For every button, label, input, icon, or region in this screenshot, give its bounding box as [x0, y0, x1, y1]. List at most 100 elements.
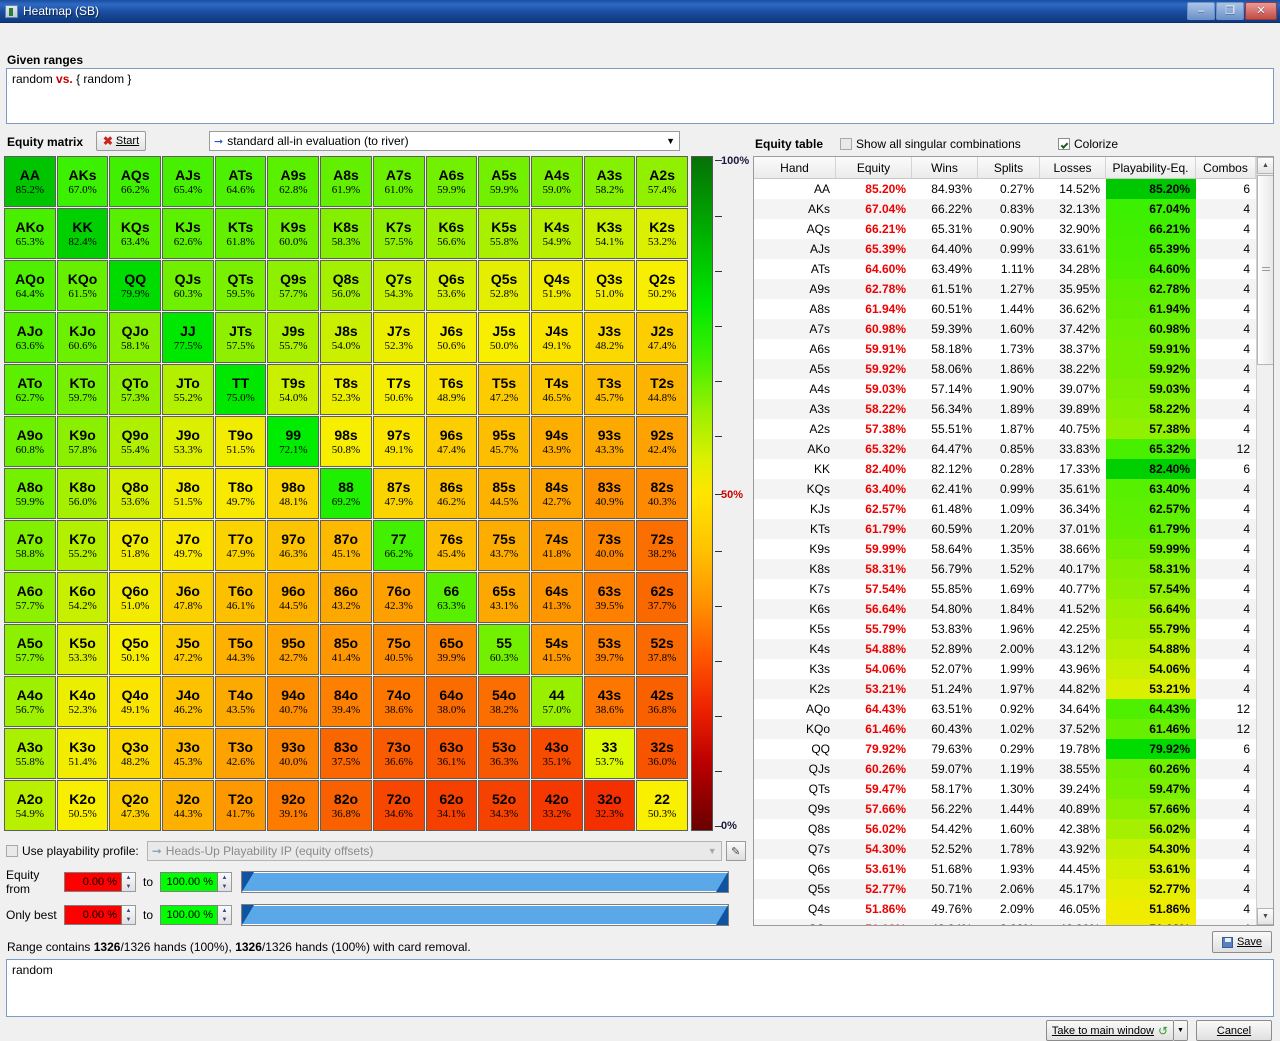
- table-row[interactable]: Q5s52.77%50.71%2.06%45.17%52.77%4: [754, 879, 1273, 899]
- matrix-cell[interactable]: T5s47.2%: [478, 364, 530, 415]
- matrix-cell[interactable]: JJ77.5%: [162, 312, 214, 363]
- equity-table-scrollbar[interactable]: ▲ ▼: [1256, 157, 1273, 925]
- spinner-down-icon[interactable]: ▼: [218, 915, 231, 924]
- equity-from-max-input[interactable]: 100.00 %: [160, 872, 218, 892]
- matrix-cell[interactable]: Q3o48.2%: [109, 728, 161, 779]
- spinner-down-icon[interactable]: ▼: [218, 882, 231, 891]
- edit-playability-button[interactable]: ✎: [726, 841, 746, 861]
- matrix-cell[interactable]: K3o51.4%: [57, 728, 109, 779]
- matrix-cell[interactable]: Q4o49.1%: [109, 676, 161, 727]
- equity-from-max-spinner[interactable]: ▲▼: [218, 872, 232, 892]
- matrix-cell[interactable]: JTo55.2%: [162, 364, 214, 415]
- matrix-cell[interactable]: K6o54.2%: [57, 572, 109, 623]
- matrix-cell[interactable]: ATo62.7%: [4, 364, 56, 415]
- table-row[interactable]: Q7s54.30%52.52%1.78%43.92%54.30%4: [754, 839, 1273, 859]
- matrix-cell[interactable]: AQs66.2%: [109, 156, 161, 207]
- matrix-cell[interactable]: Q3s51.0%: [584, 260, 636, 311]
- scroll-up-icon[interactable]: ▲: [1257, 157, 1274, 174]
- matrix-cell[interactable]: K4o52.3%: [57, 676, 109, 727]
- table-row[interactable]: KTs61.79%60.59%1.20%37.01%61.79%4: [754, 519, 1273, 539]
- matrix-cell[interactable]: 9972.1%: [267, 416, 319, 467]
- matrix-cell[interactable]: Q4s51.9%: [531, 260, 583, 311]
- matrix-cell[interactable]: 72s38.2%: [636, 520, 688, 571]
- table-row[interactable]: K5s55.79%53.83%1.96%42.25%55.79%4: [754, 619, 1273, 639]
- table-row[interactable]: QJs60.26%59.07%1.19%38.55%60.26%4: [754, 759, 1273, 779]
- only-best-max-spinner[interactable]: ▲▼: [218, 905, 232, 925]
- matrix-cell[interactable]: 82s40.3%: [636, 468, 688, 519]
- matrix-cell[interactable]: T9o51.5%: [215, 416, 267, 467]
- table-row[interactable]: A6s59.91%58.18%1.73%38.37%59.91%4: [754, 339, 1273, 359]
- close-button[interactable]: ✕: [1245, 2, 1277, 20]
- matrix-cell[interactable]: 92s42.4%: [636, 416, 688, 467]
- table-row[interactable]: Q4s51.86%49.76%2.09%46.05%51.86%4: [754, 899, 1273, 919]
- matrix-cell[interactable]: K5s55.8%: [478, 208, 530, 259]
- table-row[interactable]: ATs64.60%63.49%1.11%34.28%64.60%4: [754, 259, 1273, 279]
- table-row[interactable]: AA85.20%84.93%0.27%14.52%85.20%6: [754, 179, 1273, 199]
- table-row[interactable]: A3s58.22%56.34%1.89%39.89%58.22%4: [754, 399, 1273, 419]
- equity-from-min-input[interactable]: 0.00 %: [64, 872, 122, 892]
- matrix-cell[interactable]: K2s53.2%: [636, 208, 688, 259]
- matrix-cell[interactable]: T9s54.0%: [267, 364, 319, 415]
- matrix-cell[interactable]: 62o34.1%: [426, 780, 478, 831]
- matrix-cell[interactable]: J6s50.6%: [426, 312, 478, 363]
- save-button[interactable]: Save: [1212, 931, 1272, 953]
- show-singular-combinations-checkbox[interactable]: [840, 138, 852, 150]
- matrix-cell[interactable]: 73s40.0%: [584, 520, 636, 571]
- column-header[interactable]: Combos: [1196, 157, 1256, 178]
- matrix-cell[interactable]: Q7o51.8%: [109, 520, 161, 571]
- matrix-cell[interactable]: A5s59.9%: [478, 156, 530, 207]
- matrix-cell[interactable]: 94s43.9%: [531, 416, 583, 467]
- matrix-cell[interactable]: 97o46.3%: [267, 520, 319, 571]
- matrix-cell[interactable]: J8o51.5%: [162, 468, 214, 519]
- matrix-cell[interactable]: 42s36.8%: [636, 676, 688, 727]
- spinner-down-icon[interactable]: ▼: [122, 915, 135, 924]
- matrix-cell[interactable]: T7o47.9%: [215, 520, 267, 571]
- matrix-cell[interactable]: 6663.3%: [426, 572, 478, 623]
- matrix-cell[interactable]: J8s54.0%: [320, 312, 372, 363]
- matrix-cell[interactable]: 87s47.9%: [373, 468, 425, 519]
- matrix-cell[interactable]: AJo63.6%: [4, 312, 56, 363]
- column-header[interactable]: Hand: [754, 157, 836, 178]
- matrix-cell[interactable]: QJs60.3%: [162, 260, 214, 311]
- matrix-cell[interactable]: 96o44.5%: [267, 572, 319, 623]
- matrix-cell[interactable]: KTs61.8%: [215, 208, 267, 259]
- matrix-cell[interactable]: K4s54.9%: [531, 208, 583, 259]
- table-row[interactable]: AKs67.04%66.22%0.83%32.13%67.04%4: [754, 199, 1273, 219]
- matrix-cell[interactable]: 82o36.8%: [320, 780, 372, 831]
- cancel-button[interactable]: Cancel: [1196, 1020, 1272, 1041]
- matrix-cell[interactable]: T6s48.9%: [426, 364, 478, 415]
- table-row[interactable]: KQs63.40%62.41%0.99%35.61%63.40%4: [754, 479, 1273, 499]
- matrix-cell[interactable]: J4o46.2%: [162, 676, 214, 727]
- matrix-cell[interactable]: AJs65.4%: [162, 156, 214, 207]
- table-row[interactable]: Q9s57.66%56.22%1.44%40.89%57.66%4: [754, 799, 1273, 819]
- matrix-cell[interactable]: 52o34.3%: [478, 780, 530, 831]
- matrix-cell[interactable]: 65o39.9%: [426, 624, 478, 675]
- matrix-cell[interactable]: 75o40.5%: [373, 624, 425, 675]
- range-textarea[interactable]: random: [6, 959, 1274, 1017]
- equity-table-body[interactable]: AA85.20%84.93%0.27%14.52%85.20%6AKs67.04…: [754, 179, 1273, 926]
- matrix-cell[interactable]: 54o38.2%: [478, 676, 530, 727]
- matrix-cell[interactable]: 87o45.1%: [320, 520, 372, 571]
- matrix-cell[interactable]: 72o34.6%: [373, 780, 425, 831]
- matrix-cell[interactable]: J3s48.2%: [584, 312, 636, 363]
- equity-matrix-grid[interactable]: AA85.2%AKs67.0%AQs66.2%AJs65.4%ATs64.6%A…: [4, 156, 688, 831]
- table-row[interactable]: K9s59.99%58.64%1.35%38.66%59.99%4: [754, 539, 1273, 559]
- use-playability-checkbox[interactable]: [6, 845, 18, 857]
- table-row[interactable]: A4s59.03%57.14%1.90%39.07%59.03%4: [754, 379, 1273, 399]
- matrix-cell[interactable]: A6s59.9%: [426, 156, 478, 207]
- column-header[interactable]: Splits: [978, 157, 1040, 178]
- scrollbar-thumb[interactable]: [1257, 175, 1274, 365]
- matrix-cell[interactable]: J2o44.3%: [162, 780, 214, 831]
- matrix-cell[interactable]: 64s41.3%: [531, 572, 583, 623]
- matrix-cell[interactable]: 93o40.0%: [267, 728, 319, 779]
- table-row[interactable]: Q3s51.02%48.94%2.08%46.90%51.02%4: [754, 919, 1273, 926]
- matrix-cell[interactable]: AKs67.0%: [57, 156, 109, 207]
- matrix-cell[interactable]: T7s50.6%: [373, 364, 425, 415]
- matrix-cell[interactable]: A4s59.0%: [531, 156, 583, 207]
- matrix-cell[interactable]: T2o41.7%: [215, 780, 267, 831]
- playability-profile-dropdown[interactable]: ➞ Heads-Up Playability IP (equity offset…: [147, 841, 722, 861]
- colorize-checkbox[interactable]: [1058, 138, 1070, 150]
- matrix-cell[interactable]: K6s56.6%: [426, 208, 478, 259]
- start-button[interactable]: ✖ Start: [96, 131, 146, 151]
- matrix-cell[interactable]: 42o33.2%: [531, 780, 583, 831]
